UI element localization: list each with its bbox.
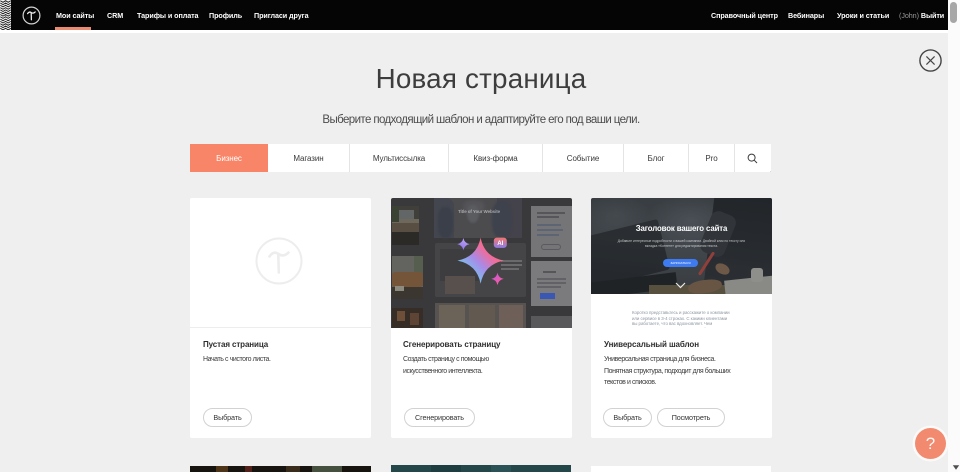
svg-text:AI: AI	[497, 240, 503, 247]
